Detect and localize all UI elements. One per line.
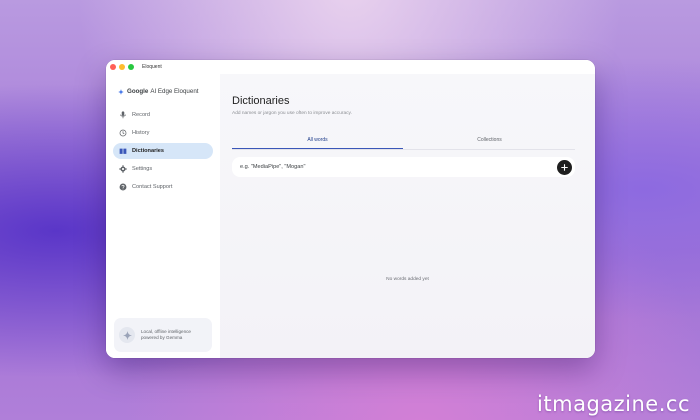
sidebar-item-history[interactable]: History: [113, 125, 213, 141]
sidebar-item-settings[interactable]: Settings: [113, 161, 213, 177]
tab-all-words[interactable]: All words: [232, 135, 403, 149]
main-content: Dictionaries Add names or jargon you use…: [220, 74, 595, 358]
sidebar-item-label: History: [132, 130, 150, 136]
sparkle-icon: [119, 327, 135, 343]
brand-logo: Google AI Edge Eloquent: [118, 88, 198, 95]
sidebar-item-label: Contact Support: [132, 184, 173, 190]
mic-icon: [119, 111, 127, 119]
sidebar-item-label: Record: [132, 112, 151, 118]
page-title: Dictionaries: [232, 95, 290, 107]
brand-google: Google: [127, 88, 149, 95]
book-icon: [119, 147, 127, 155]
tab-divider: [232, 149, 575, 150]
window-title: Eloquent: [142, 64, 162, 70]
watermark: itmagazine.cc: [537, 392, 690, 416]
help-icon: [119, 183, 127, 191]
app-window: Eloquent Google AI Edge Eloquent Record …: [106, 60, 595, 358]
empty-state-message: No words added yet: [386, 277, 429, 282]
sidebar-item-dictionaries[interactable]: Dictionaries: [113, 143, 213, 159]
gear-icon: [119, 165, 127, 173]
page-subtitle: Add names or jargon you use often to imp…: [232, 111, 352, 116]
plus-icon: [561, 164, 568, 171]
sidebar: Google AI Edge Eloquent Record History D…: [106, 74, 220, 358]
sidebar-item-label: Dictionaries: [132, 148, 165, 154]
title-bar: Eloquent: [106, 60, 595, 74]
maximize-window-button[interactable]: [128, 64, 134, 70]
add-word-bar: [232, 157, 575, 177]
active-tab-indicator: [232, 148, 403, 149]
sidebar-item-record[interactable]: Record: [113, 107, 213, 123]
promo-line-2: powered by Gemma: [141, 335, 183, 340]
add-word-button[interactable]: [557, 160, 572, 175]
minimize-window-button[interactable]: [119, 64, 125, 70]
sparkle-icon: [118, 88, 124, 95]
sidebar-item-contact-support[interactable]: Contact Support: [113, 179, 213, 195]
tab-bar: All words Collections: [232, 135, 575, 151]
add-word-input[interactable]: [240, 164, 540, 170]
history-icon: [119, 129, 127, 137]
sidebar-item-label: Settings: [132, 166, 153, 172]
close-window-button[interactable]: [110, 64, 116, 70]
sidebar-nav: Record History Dictionaries Settings Con…: [113, 107, 213, 197]
tab-collections[interactable]: Collections: [404, 135, 575, 149]
brand-name: AI Edge Eloquent: [150, 88, 199, 95]
gemma-promo-card: Local, offline intelligence powered by G…: [114, 318, 212, 352]
promo-text: Local, offline intelligence powered by G…: [141, 329, 191, 341]
